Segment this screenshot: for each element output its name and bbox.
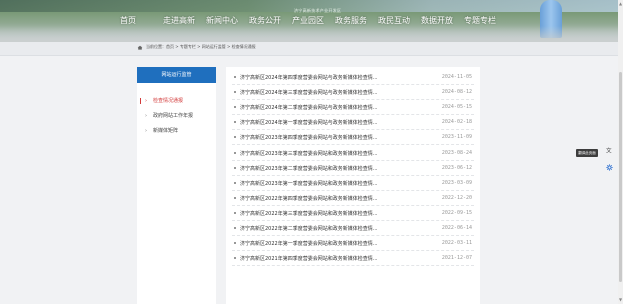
home-icon[interactable]	[137, 45, 143, 50]
nav-item[interactable]: 首页	[120, 15, 136, 26]
bullet-icon	[234, 257, 236, 260]
list-item-title[interactable]: 济宁高新区2024年第一季度营委会网站与政务新媒体检查情...	[240, 119, 378, 126]
list-item-date: 2024-08-12	[441, 89, 472, 96]
scroll-up-icon[interactable]: ▲	[619, 1, 622, 6]
list-item-date: 2022-06-14	[441, 225, 472, 231]
bullet-icon	[234, 76, 236, 78]
breadcrumb-text[interactable]: 当前位置：首页 > 专题专栏 > 网站运行监管 > 检查情况通报	[146, 44, 256, 50]
list-item[interactable]: 济宁高新区2021年第四季度营委会网站和政务新媒体检查情... 2021-12-0…	[232, 251, 474, 267]
list-item[interactable]: 济宁高新区2024年第二季度营委会网站与政务新媒体检查情... 2024-05-1…	[232, 100, 474, 116]
list-item-title[interactable]: 济宁高新区2022年第一季度营委会网站和政务新媒体检查情...	[240, 240, 378, 247]
translate-icon[interactable]: 文	[606, 147, 613, 156]
list-item[interactable]: 济宁高新区2023年第三季度营委会网站和政务新媒体检查情... 2023-08-2…	[232, 146, 474, 161]
sidebar-item-inspection-report[interactable]: › 检查情况通报	[137, 95, 216, 107]
translate-tooltip: 翻译此页面	[576, 149, 598, 157]
nav-item[interactable]: 走进高新	[163, 15, 195, 26]
list-item-title[interactable]: 济宁高新区2022年第三季度营委会网站和政务新媒体检查情...	[240, 210, 378, 217]
list-item-date: 2023-03-09	[441, 179, 472, 186]
list-item-title[interactable]: 济宁高新区2021年第四季度营委会网站和政务新媒体检查情...	[240, 255, 378, 262]
list-item[interactable]: 济宁高新区2022年第四季度营委会网站和政务新媒体检查情... 2022-12-2…	[232, 191, 474, 206]
list-item-title[interactable]: 济宁高新区2022年第二季度营委会网站和政务新媒体检查情...	[240, 225, 378, 232]
sidebar-title: 网站运行监管	[137, 67, 216, 83]
list-item-date: 2021-12-07	[441, 255, 472, 262]
scroll-down-icon[interactable]: ▼	[619, 297, 622, 302]
breadcrumb: 当前位置：首页 > 专题专栏 > 网站运行监管 > 检查情况通报	[137, 44, 256, 50]
nav-item[interactable]: 产业园区	[292, 15, 324, 26]
nav-item[interactable]: 专题专栏	[464, 15, 496, 26]
nav-item[interactable]: 政务服务	[335, 15, 367, 26]
chevron-right-icon: ›	[145, 113, 147, 119]
nav-item[interactable]: 新闻中心	[206, 15, 238, 26]
bullet-icon	[234, 151, 236, 154]
list-item-title[interactable]: 济宁高新区2024年第二季度营委会网站与政务新媒体检查情...	[240, 104, 378, 111]
nav-item[interactable]: 数据开放	[421, 15, 453, 26]
bullet-icon	[234, 91, 236, 94]
site-logo-text: 济宁高新技术产业开发区	[294, 8, 342, 13]
list-item[interactable]: 济宁高新区2022年第二季度营委会网站和政务新媒体检查情... 2022-06-1…	[232, 221, 474, 236]
list-item-date: 2024-02-18	[441, 119, 472, 126]
list-item-title[interactable]: 济宁高新区2023年第二季度营委会网站和政务新媒体检查情...	[240, 165, 378, 172]
nav-item[interactable]: 政务公开	[249, 15, 281, 26]
bullet-icon	[234, 181, 236, 184]
sidebar: 网站运行监管 › 检查情况通报 › 政府网站工作年报 › 新媒体矩阵	[137, 67, 216, 304]
svg-text:文: 文	[606, 147, 612, 154]
list-item-title[interactable]: 济宁高新区2024年第四季度营委会网站与政务新媒体检查情...	[240, 74, 378, 81]
bullet-icon	[234, 211, 236, 214]
list-item-title[interactable]: 济宁高新区2023年第四季度营委会网站与政务新媒体检查情...	[240, 134, 378, 141]
list-item-date: 2022-09-15	[441, 209, 472, 216]
list-item[interactable]: 济宁高新区2022年第三季度营委会网站和政务新媒体检查情... 2022-09-1…	[232, 206, 474, 221]
list-item-title[interactable]: 济宁高新区2023年第一季度营委会网站和政务新媒体检查情...	[240, 180, 378, 187]
list-item-title[interactable]: 济宁高新区2023年第三季度营委会网站和政务新媒体检查情...	[240, 150, 378, 157]
sidebar-item-annual-report[interactable]: › 政府网站工作年报	[137, 110, 216, 122]
bullet-icon	[234, 227, 236, 229]
bullet-icon	[234, 136, 236, 139]
active-indicator	[140, 98, 141, 104]
scrollbar-thumb[interactable]	[619, 72, 622, 282]
gear-icon[interactable]	[606, 164, 613, 173]
list-item[interactable]: 济宁高新区2022年第一季度营委会网站和政务新媒体检查情... 2022-03-1…	[232, 236, 474, 252]
list-item-title[interactable]: 济宁高新区2022年第四季度营委会网站和政务新媒体检查情...	[240, 195, 378, 202]
sidebar-item-label: 检查情况通报	[153, 98, 184, 104]
sidebar-item-new-media[interactable]: › 新媒体矩阵	[137, 125, 216, 137]
header-banner: 济宁高新技术产业开发区 首页 走进高新 新闻中心 政务公开 产业园区 政务服务 政民互动 数据…	[0, 0, 618, 42]
list-item[interactable]: 济宁高新区2024年第四季度营委会网站与政务新媒体检查情... 2024-11-0…	[232, 70, 474, 85]
bullet-icon	[234, 106, 236, 109]
list-item[interactable]: 济宁高新区2023年第四季度营委会网站与政务新媒体检查情... 2023-11-0…	[232, 130, 474, 146]
list-item-date: 2024-11-05	[441, 74, 472, 80]
article-list: 济宁高新区2024年第四季度营委会网站与政务新媒体检查情... 2024-11-0…	[226, 67, 480, 304]
list-item-date: 2024-05-15	[441, 104, 472, 111]
list-item-date: 2023-06-12	[441, 164, 472, 171]
list-item-title[interactable]: 济宁高新区2024年第三季度营委会网站与政务新媒体检查情...	[240, 89, 378, 96]
bullet-icon	[234, 196, 236, 199]
sidebar-item-label: 新媒体矩阵	[153, 128, 179, 134]
list-item[interactable]: 济宁高新区2024年第一季度营委会网站与政务新媒体检查情... 2024-02-1…	[232, 115, 474, 131]
list-item[interactable]: 济宁高新区2023年第二季度营委会网站和政务新媒体检查情... 2023-06-1…	[232, 161, 474, 176]
list-item[interactable]: 济宁高新区2023年第一季度营委会网站和政务新媒体检查情... 2023-03-0…	[232, 176, 474, 191]
list-item-date: 2022-03-11	[441, 240, 472, 247]
page-scrollbar[interactable]: ▲ ▼	[618, 0, 623, 304]
list-item-date: 2022-12-20	[441, 194, 472, 201]
chevron-right-icon: ›	[145, 128, 147, 134]
banner-hill	[0, 26, 618, 42]
nav-item[interactable]: 政民互动	[378, 15, 410, 26]
list-item[interactable]: 济宁高新区2024年第三季度营委会网站与政务新媒体检查情... 2024-08-1…	[232, 85, 474, 101]
breadcrumb-bar	[0, 42, 618, 56]
sidebar-item-label: 政府网站工作年报	[153, 113, 194, 119]
bullet-icon	[234, 166, 236, 169]
bullet-icon	[234, 121, 236, 124]
bullet-icon	[234, 242, 236, 245]
chevron-right-icon: ›	[145, 98, 147, 104]
list-item-date: 2023-08-24	[441, 149, 472, 156]
list-item-date: 2023-11-09	[441, 134, 472, 141]
